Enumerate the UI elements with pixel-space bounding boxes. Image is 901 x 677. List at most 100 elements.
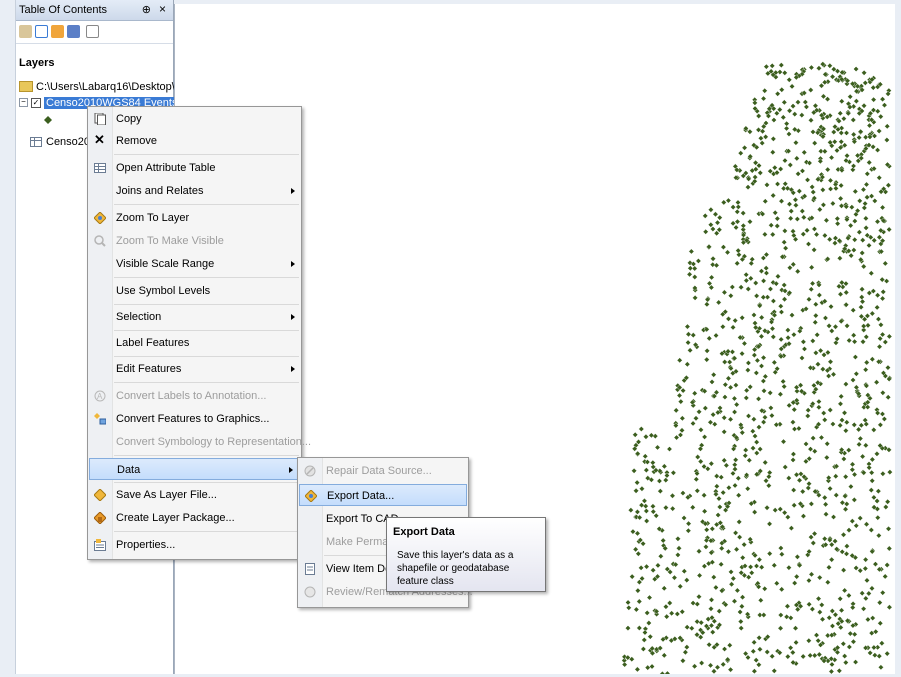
layers-root-label[interactable]: Layers (19, 57, 54, 69)
map-point (702, 212, 709, 219)
menu-item-use-symbol-levels[interactable]: Use Symbol Levels (88, 280, 301, 302)
map-point (866, 242, 872, 249)
map-point (660, 537, 667, 544)
menu-item-selection[interactable]: Selection (88, 306, 301, 328)
map-point (778, 586, 785, 593)
map-point (771, 164, 778, 171)
map-point (805, 637, 812, 644)
menu-item-zoom-to-make-visible[interactable]: Zoom To Make Visible (88, 230, 301, 252)
map-point (755, 113, 762, 119)
map-point (762, 414, 768, 421)
submenu-arrow-icon (291, 314, 295, 320)
map-point (851, 496, 858, 503)
map-point (865, 616, 871, 623)
menu-item-convert-symbology-to-representation[interactable]: Convert Symbology to Representation... (88, 431, 311, 453)
list-by-source-icon[interactable] (35, 25, 48, 38)
menu-separator (114, 382, 299, 383)
map-point (884, 650, 891, 657)
list-by-selection-icon[interactable] (67, 25, 80, 38)
menu-item-create-layer-package[interactable]: Create Layer Package... (88, 507, 301, 529)
menu-item-zoom-to-layer[interactable]: Zoom To Layer (88, 207, 301, 229)
map-point (866, 464, 873, 471)
map-point (713, 483, 720, 490)
map-point (770, 135, 777, 142)
map-point (649, 459, 656, 466)
map-point (714, 664, 721, 671)
layer-visibility-checkbox[interactable]: ✓ (31, 97, 41, 108)
map-point (698, 660, 705, 666)
map-point (844, 322, 850, 329)
map-point (764, 504, 770, 511)
menu-item-save-as-layer-file[interactable]: Save As Layer File... (88, 484, 301, 506)
menu-item-label-features[interactable]: Label Features (88, 332, 301, 354)
map-point (811, 652, 818, 659)
menu-item-copy[interactable]: Copy (88, 108, 301, 130)
map-point (758, 363, 765, 369)
map-point (633, 487, 639, 494)
menu-item-convert-labels-to-annotation[interactable]: A Convert Labels to Annotation... (88, 385, 301, 407)
map-point (745, 413, 752, 419)
map-point (866, 159, 873, 166)
menu-item-data[interactable]: Data (89, 458, 300, 480)
menu-item-edit-features[interactable]: Edit Features (88, 358, 301, 380)
map-point (851, 631, 858, 638)
map-point (865, 322, 871, 329)
menu-item-convert-features-to-graphics[interactable]: Convert Features to Graphics... (88, 408, 301, 430)
map-point (720, 489, 727, 496)
map-point (782, 464, 789, 470)
menu-item-label: Use Symbol Levels (116, 285, 211, 297)
map-point (822, 501, 829, 508)
map-point (823, 217, 830, 224)
menu-item-remove[interactable]: ✕ Remove (88, 130, 301, 152)
menu-item-open-attribute-table[interactable]: Open Attribute Table (88, 157, 301, 179)
map-point (696, 548, 702, 555)
map-point (827, 407, 834, 413)
map-point (838, 607, 845, 614)
map-point (874, 304, 881, 311)
folder-row[interactable]: C:\Users\Labarq16\Desktop\Grup (19, 79, 199, 94)
map-point (634, 479, 641, 486)
map-point (625, 625, 631, 632)
map-point (661, 585, 668, 592)
pin-icon[interactable]: ⊕ (142, 3, 151, 16)
map-point (685, 527, 692, 534)
map-point (735, 199, 741, 206)
map-point (838, 279, 845, 286)
map-point (780, 114, 787, 121)
menu-item-joins-and-relates[interactable]: Joins and Relates (88, 180, 301, 202)
list-by-drawing-order-icon[interactable] (19, 25, 32, 38)
map-point (816, 398, 822, 405)
map-point (821, 535, 828, 542)
map-point (673, 407, 680, 414)
map-point (717, 405, 723, 411)
map-point (685, 520, 692, 527)
map-point (721, 289, 728, 296)
map-point (760, 354, 767, 361)
options-icon[interactable] (86, 25, 99, 38)
map-point (863, 521, 870, 528)
map-point (827, 358, 834, 365)
map-point (765, 482, 772, 489)
map-point (750, 648, 757, 655)
collapse-icon[interactable]: − (19, 98, 28, 107)
map-point (862, 565, 869, 572)
map-point (666, 600, 673, 606)
map-point (800, 338, 807, 345)
map-point (849, 518, 856, 525)
menu-item-properties[interactable]: Properties... (88, 534, 301, 556)
map-point (669, 492, 676, 499)
menu-item-visible-scale-range[interactable]: Visible Scale Range (88, 253, 301, 275)
map-point (823, 454, 830, 461)
map-point (869, 585, 875, 592)
map-point (847, 222, 854, 229)
menu-item-export-data[interactable]: Export Data... (299, 484, 467, 506)
map-point (886, 604, 893, 611)
layer-symbol-row (44, 112, 52, 127)
map-point (879, 295, 886, 302)
list-by-visibility-icon[interactable] (51, 25, 64, 38)
map-point (838, 393, 845, 400)
close-icon[interactable]: × (159, 2, 166, 16)
map-point (878, 640, 885, 647)
map-point (675, 552, 681, 558)
menu-item-repair-data-source[interactable]: Repair Data Source... (298, 460, 468, 482)
